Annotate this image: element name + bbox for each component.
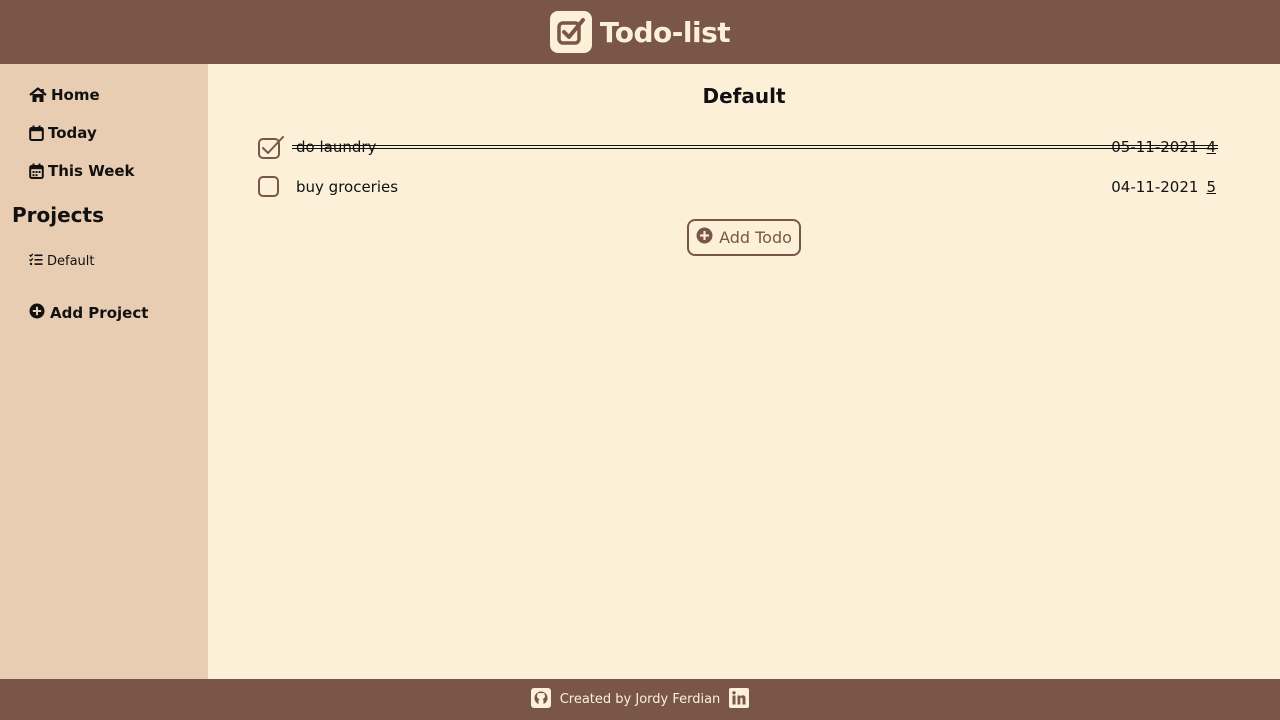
todo-item[interactable]: do laundry 05-11-2021 4 [258,133,1218,161]
add-todo-label: Add Todo [719,228,792,247]
todo-priority[interactable]: 4 [1206,138,1216,156]
add-todo-button[interactable]: Add Todo [687,219,801,256]
todo-item[interactable]: buy groceries 04-11-2021 5 [258,173,1216,201]
todo-date: 04-11-2021 [1111,178,1199,196]
sidebar-item-home[interactable]: Home [29,86,100,104]
home-icon [29,87,47,103]
calendar-week-icon [29,163,44,179]
app-logo[interactable]: Todo-list [549,11,731,53]
sidebar-item-project-default[interactable]: Default [29,253,95,270]
app-title: Todo-list [599,15,731,49]
sidebar-item-label: Home [51,86,100,104]
sidebar: Home Today This Week Projects Default Ad… [0,64,208,679]
linkedin-icon[interactable] [729,687,750,712]
plus-circle-icon [696,227,713,248]
todo-date: 05-11-2021 [1111,138,1199,156]
sidebar-item-label: This Week [48,162,135,180]
todo-priority[interactable]: 5 [1206,178,1216,196]
footer: Created by Jordy Ferdian [0,679,1280,720]
main-content: Default do laundry 05-11-2021 4 buy groc… [208,64,1280,679]
plus-circle-icon [29,303,45,323]
sidebar-item-label: Today [48,124,97,142]
projects-heading: Projects [12,203,105,227]
todo-title: buy groceries [296,178,399,196]
footer-credit: Created by Jordy Ferdian [559,692,721,707]
checkbox-logo-icon [549,11,592,53]
add-project-label: Add Project [50,304,149,322]
todo-checkbox-checked[interactable] [258,136,284,159]
tasks-icon [29,253,43,270]
todo-checkbox[interactable] [258,176,280,198]
project-label: Default [47,254,95,269]
project-title: Default [702,84,786,108]
app-header: Todo-list [0,0,1280,64]
add-project-button[interactable]: Add Project [29,303,148,323]
sidebar-item-today[interactable]: Today [29,124,97,142]
github-icon[interactable] [530,687,551,712]
todo-title: do laundry [296,138,377,156]
calendar-day-icon [29,125,44,141]
sidebar-item-this-week[interactable]: This Week [29,162,135,180]
